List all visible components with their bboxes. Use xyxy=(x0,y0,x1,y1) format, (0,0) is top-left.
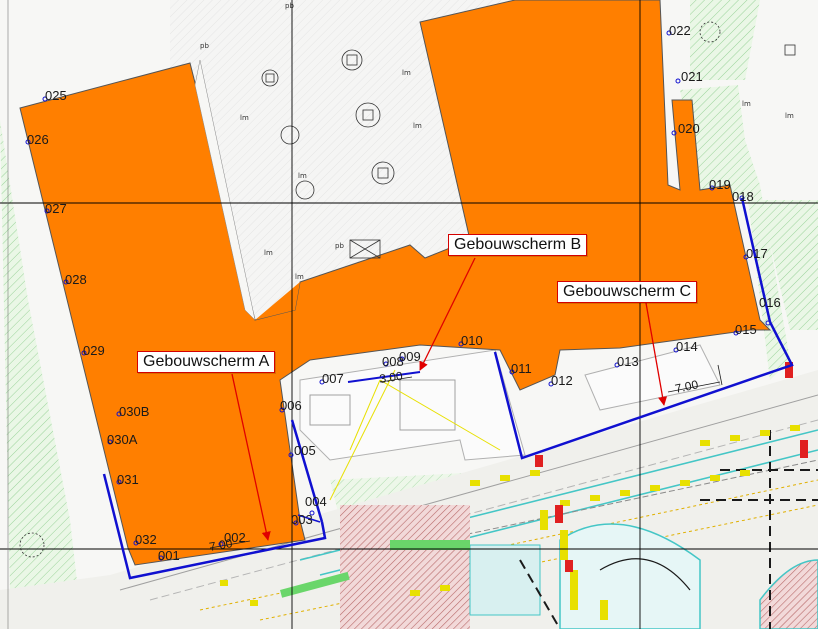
svg-text:pb: pb xyxy=(335,242,344,250)
callout-gebouwscherm-c[interactable]: Gebouwscherm C xyxy=(557,281,698,303)
svg-text:lm: lm xyxy=(298,172,307,180)
svg-text:lm: lm xyxy=(742,100,751,108)
svg-text:pb: pb xyxy=(285,2,294,10)
svg-text:lm: lm xyxy=(413,122,422,130)
svg-text:pb: pb xyxy=(200,42,209,50)
site-plan-map[interactable]: pb pb lm lm lm lm pb lm lm lm lm xyxy=(0,0,818,629)
callout-gebouwscherm-a[interactable]: Gebouwscherm A xyxy=(137,351,276,373)
svg-text:lm: lm xyxy=(264,249,273,257)
svg-text:lm: lm xyxy=(240,114,249,122)
svg-text:lm: lm xyxy=(402,69,411,77)
svg-text:lm: lm xyxy=(785,112,794,120)
svg-text:lm: lm xyxy=(295,273,304,281)
callout-gebouwscherm-b[interactable]: Gebouwscherm B xyxy=(448,234,588,256)
